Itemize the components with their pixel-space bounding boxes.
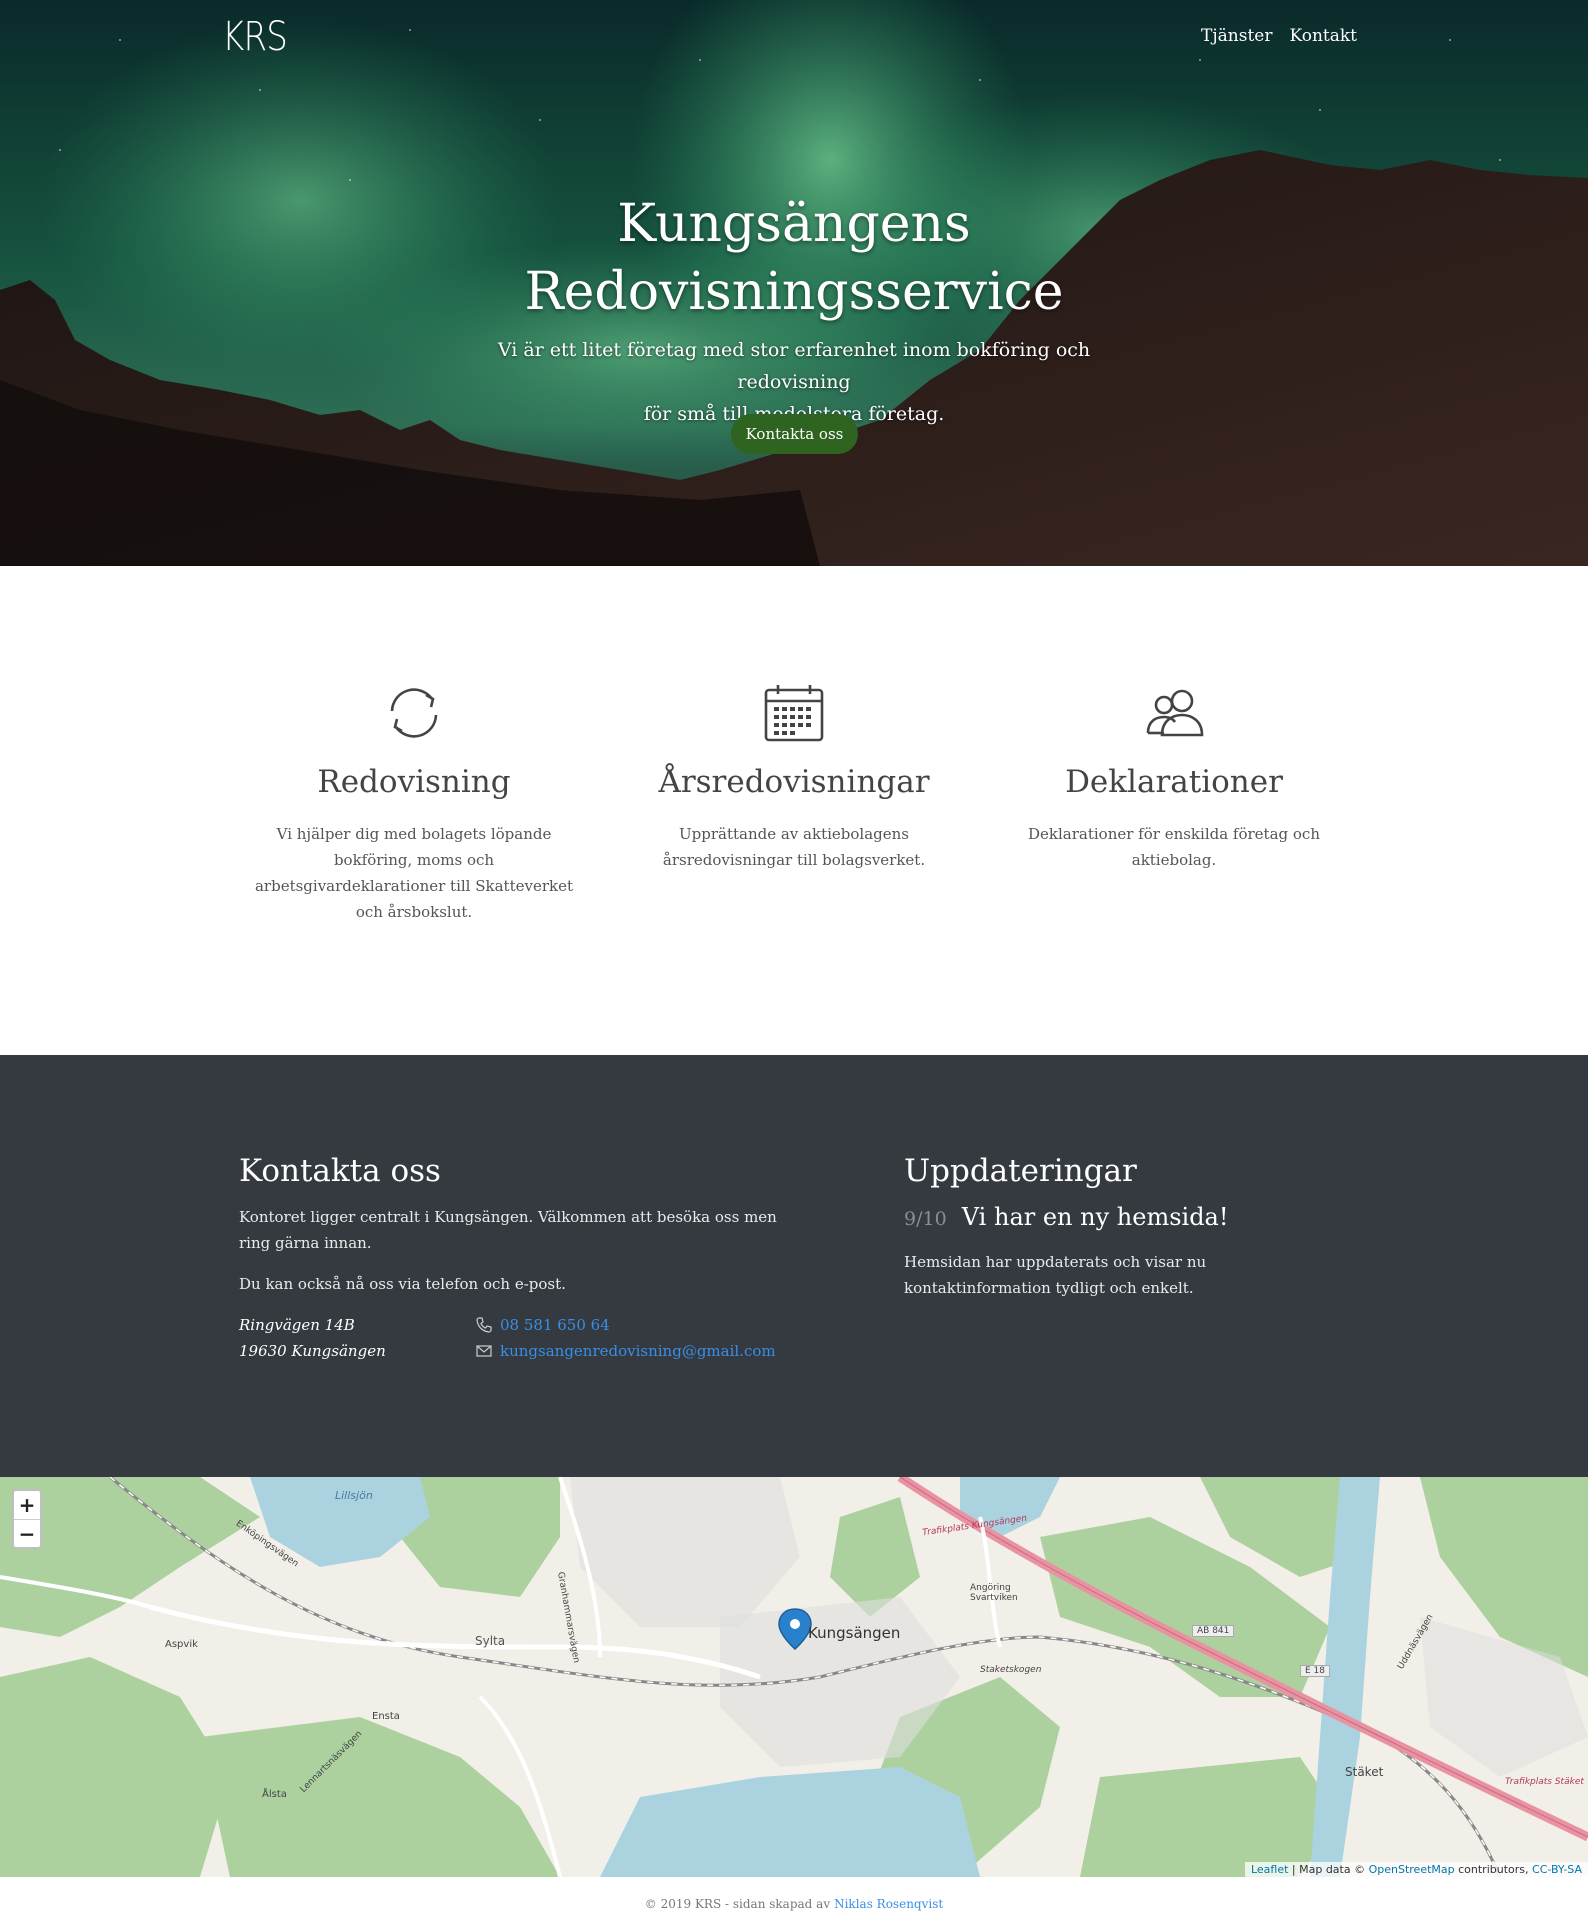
refresh-icon bbox=[390, 688, 438, 738]
service-title: Årsredovisningar bbox=[658, 764, 930, 800]
map-label: Trafikplats Stäket bbox=[1505, 1777, 1584, 1787]
main-nav: Tjänster Kontakt bbox=[1201, 26, 1357, 46]
phone-number[interactable]: 08 581 650 64 bbox=[500, 1312, 610, 1338]
address: Ringvägen 14B 19630 Kungsängen bbox=[239, 1312, 386, 1364]
service-text: Deklarationer för enskilda företag och a… bbox=[1028, 825, 1320, 869]
zoom-out-button[interactable]: − bbox=[14, 1519, 40, 1547]
nav-link-tjanster[interactable]: Tjänster bbox=[1201, 26, 1272, 46]
email-address[interactable]: kungsangenredovisning@gmail.com bbox=[500, 1338, 776, 1364]
map-label: Ålsta bbox=[262, 1789, 287, 1800]
service-title: Redovisning bbox=[317, 764, 511, 800]
zoom-in-button[interactable]: + bbox=[14, 1491, 40, 1519]
site-logo[interactable]: KRS bbox=[222, 14, 288, 60]
phone-icon bbox=[476, 1317, 492, 1333]
author-link[interactable]: Niklas Rosenqvist bbox=[834, 1897, 943, 1911]
update-text: Hemsidan har uppdaterats och visar nu ko… bbox=[904, 1253, 1207, 1297]
address-line2: 19630 Kungsängen bbox=[239, 1342, 386, 1360]
leaflet-link[interactable]: Leaflet bbox=[1251, 1863, 1288, 1876]
update-title: Vi har en ny hemsida! bbox=[961, 1203, 1229, 1231]
map-tiles[interactable] bbox=[0, 1477, 1588, 1877]
nav-link-kontakt[interactable]: Kontakt bbox=[1289, 26, 1357, 46]
contact-reach: Du kan också nå oss via telefon och e-po… bbox=[239, 1275, 566, 1293]
service-text: Vi hjälper dig med bolagets löpande bokf… bbox=[254, 825, 573, 921]
map-label: Ensta bbox=[372, 1711, 400, 1722]
hero-title-line1: Kungsängens bbox=[617, 194, 971, 254]
hero-title: Kungsängens Redovisningsservice bbox=[0, 190, 1588, 326]
hero-title-line2: Redovisningsservice bbox=[524, 262, 1064, 322]
map-label: Staketskogen bbox=[980, 1665, 1042, 1675]
map-label: Angöring Svartviken bbox=[970, 1583, 1018, 1603]
map-label: Kungsängen bbox=[808, 1624, 901, 1642]
contact-section: Kontakta oss Kontoret ligger centralt i … bbox=[0, 1055, 1588, 1477]
location-map[interactable]: Lillsjön Enköpingsvägen Aspvik Sylta Ens… bbox=[0, 1477, 1588, 1877]
phone-link[interactable]: 08 581 650 64 bbox=[476, 1312, 610, 1338]
mail-icon bbox=[476, 1345, 492, 1357]
map-zoom-controls: + − bbox=[12, 1489, 42, 1549]
map-label: Stäket bbox=[1345, 1765, 1384, 1779]
osm-link[interactable]: OpenStreetMap bbox=[1369, 1863, 1455, 1876]
address-line1: Ringvägen 14B bbox=[239, 1316, 355, 1334]
email-link[interactable]: kungsangenredovisning@gmail.com bbox=[476, 1338, 776, 1364]
users-icon bbox=[1146, 689, 1204, 737]
attribution-contributors: contributors, bbox=[1454, 1863, 1533, 1876]
map-label: Sylta bbox=[475, 1634, 506, 1648]
contact-cta-button[interactable]: Kontakta oss bbox=[731, 414, 858, 454]
service-title: Deklarationer bbox=[1065, 764, 1283, 800]
map-attribution: Leaflet | Map data © OpenStreetMap contr… bbox=[1244, 1862, 1588, 1877]
calendar-icon bbox=[764, 685, 824, 742]
hero-subtitle-line1: Vi är ett litet företag med stor erfaren… bbox=[497, 339, 1091, 393]
contact-intro: Kontoret ligger centralt i Kungsängen. V… bbox=[239, 1208, 777, 1252]
license-link[interactable]: CC-BY-SA bbox=[1532, 1863, 1582, 1876]
footer-text: © 2019 KRS - sidan skapad av bbox=[644, 1896, 831, 1911]
update-date: 9/10 bbox=[904, 1208, 947, 1230]
site-footer: © 2019 KRS - sidan skapad av Niklas Rose… bbox=[0, 1877, 1588, 1930]
hero-section: KRS Tjänster Kontakt Kungsängens Redovis… bbox=[0, 0, 1588, 566]
map-label: E 18 bbox=[1300, 1665, 1330, 1677]
update-item-header: 9/10 Vi har en ny hemsida! bbox=[904, 1203, 1229, 1231]
attribution-text: | Map data © bbox=[1288, 1863, 1369, 1876]
services-section: Redovisning Vi hjälper dig med bolagets … bbox=[0, 566, 1588, 1055]
service-text: Upprättande av aktiebolagens årsredovisn… bbox=[662, 825, 926, 869]
map-label: Lillsjön bbox=[335, 1489, 373, 1502]
updates-heading: Uppdateringar bbox=[904, 1153, 1137, 1189]
map-label: AB 841 bbox=[1192, 1625, 1235, 1637]
map-label: Aspvik bbox=[165, 1639, 198, 1650]
contact-heading: Kontakta oss bbox=[239, 1153, 441, 1189]
